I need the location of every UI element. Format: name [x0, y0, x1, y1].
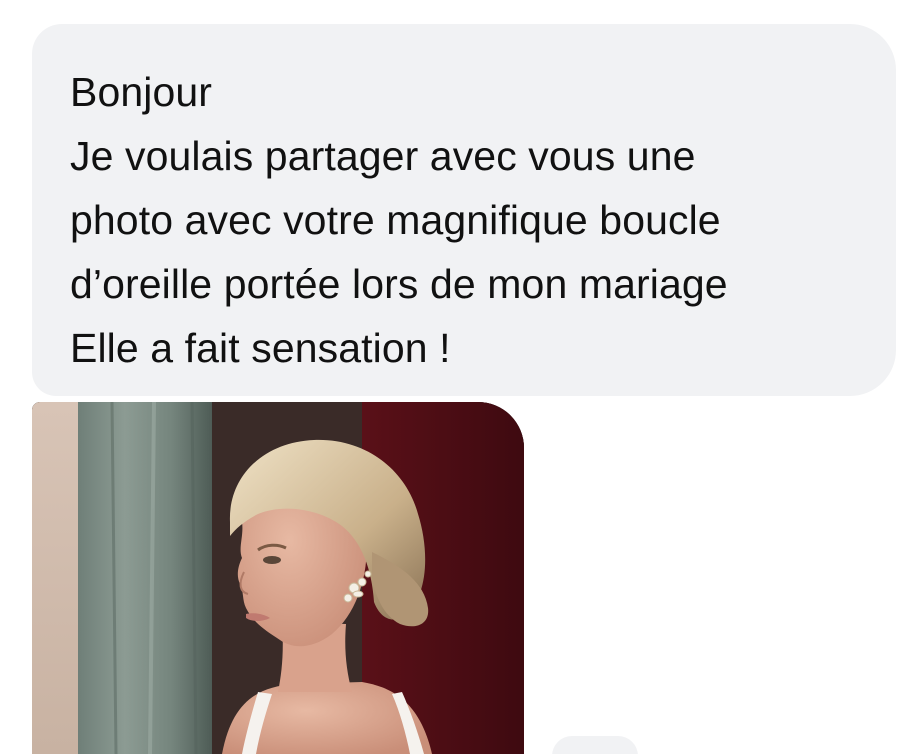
message-line-greeting: Bonjour: [70, 69, 213, 115]
photo-attachment[interactable]: [32, 402, 524, 754]
message-line: d’oreille portée lors de mon mariage: [70, 261, 728, 307]
received-message-bubble[interactable]: Bonjour Je voulais partager avec vous un…: [32, 24, 896, 396]
message-line: Elle a fait sensation !: [70, 325, 451, 371]
next-message-bubble-edge: [552, 736, 638, 754]
message-line: Je voulais partager avec vous une: [70, 133, 696, 179]
bride-portrait-image: [32, 402, 524, 754]
conversation-view: Bonjour Je voulais partager avec vous un…: [0, 0, 910, 754]
message-line: photo avec votre magnifique boucle: [70, 197, 721, 243]
